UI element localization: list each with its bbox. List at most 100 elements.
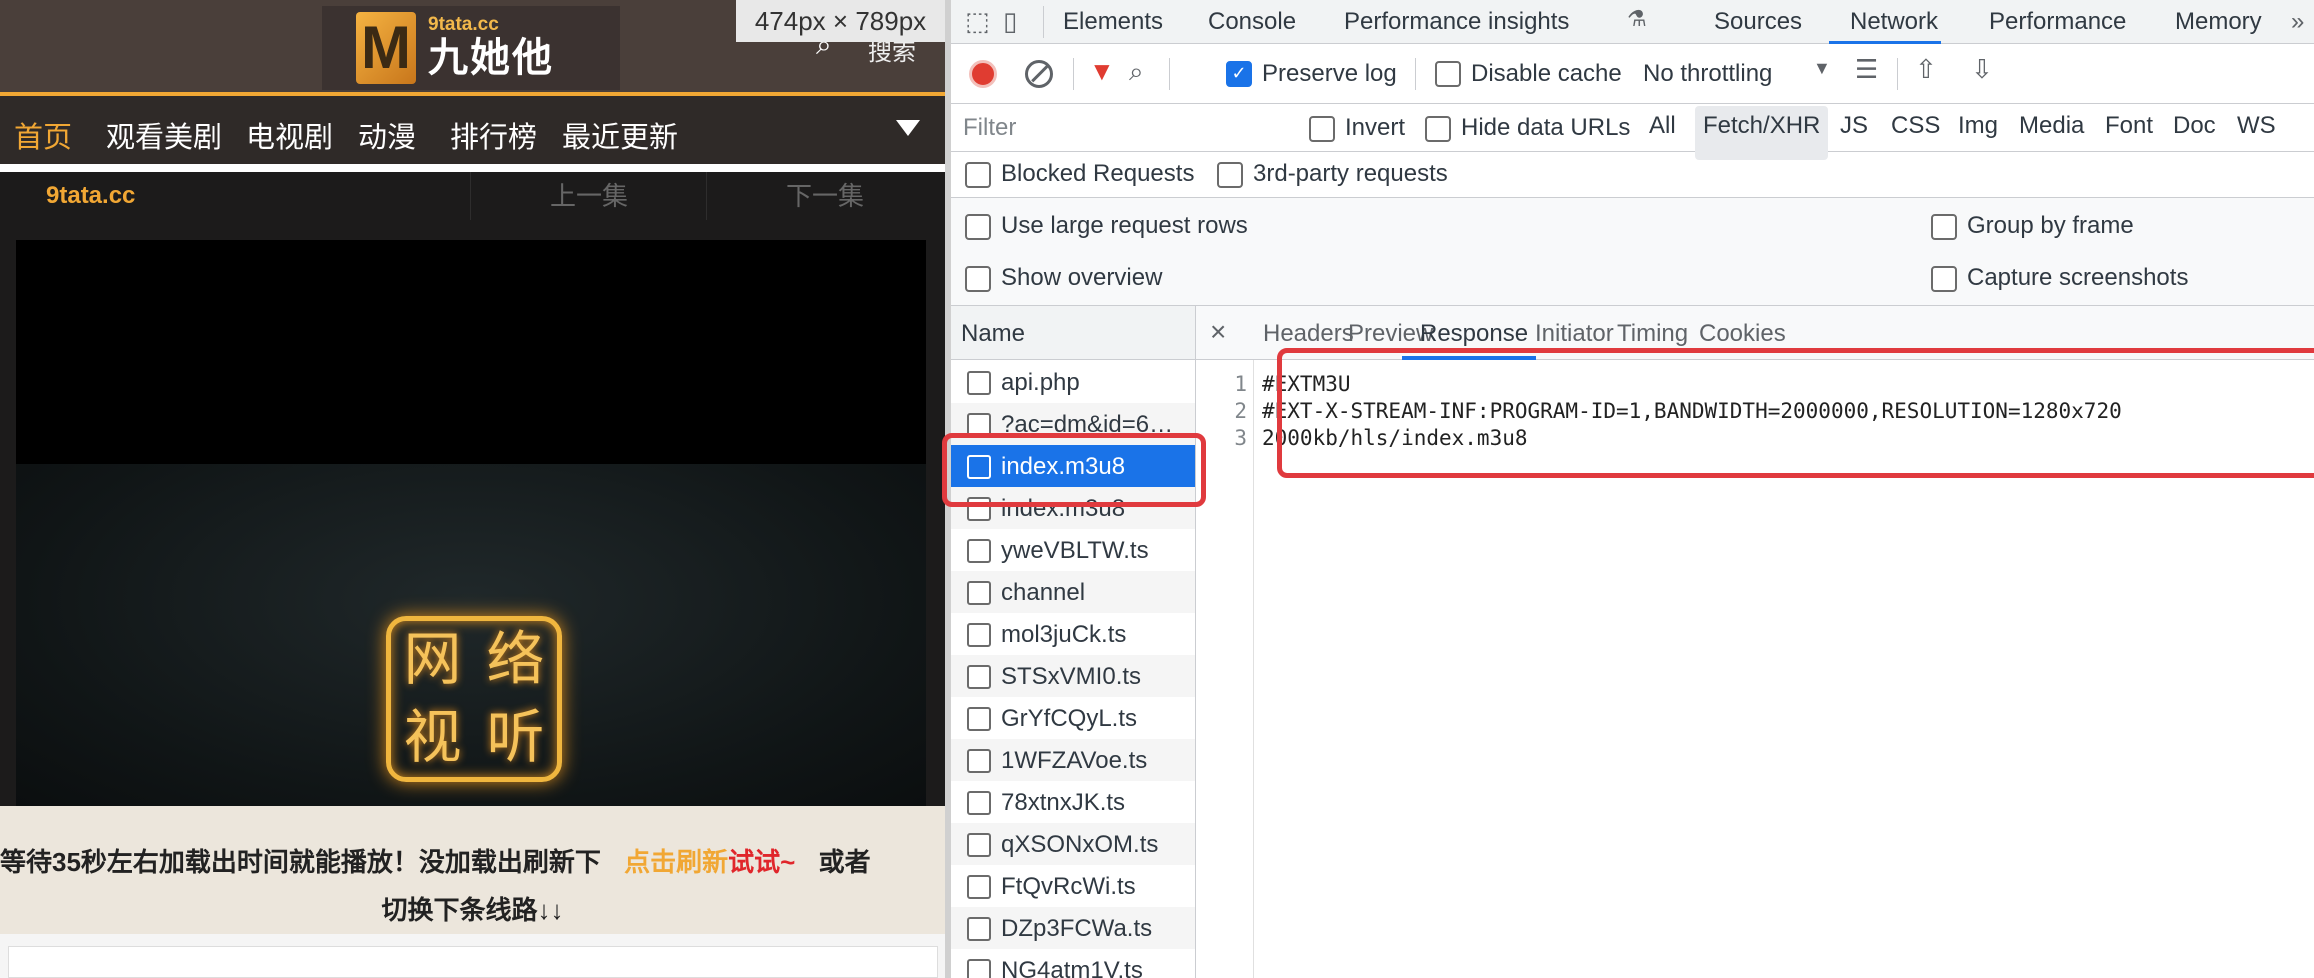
request-row[interactable]: qXSONxOM.ts [951, 823, 1195, 865]
nav-anime[interactable]: 动漫 [358, 114, 416, 156]
filter-css[interactable]: CSS [1891, 112, 1940, 140]
capture-screenshots-label[interactable]: Capture screenshots [1967, 264, 2188, 292]
refresh-link[interactable]: 点击刷新 [624, 847, 728, 877]
episode-bar: 9tata.cc 上一集 下一集 [0, 172, 945, 220]
large-rows-checkbox[interactable] [965, 214, 991, 240]
prev-episode-button[interactable]: 上一集 [470, 172, 707, 220]
nav-more-chevron-icon[interactable] [896, 120, 920, 136]
filter-ws[interactable]: WS [2237, 112, 2276, 140]
nav-tv-series[interactable]: 电视剧 [246, 114, 333, 156]
row-checkbox[interactable] [967, 707, 991, 731]
search-icon[interactable]: ⌕ [1129, 56, 1144, 88]
network-conditions-icon[interactable]: ☰ [1855, 54, 1878, 85]
name-column-header[interactable]: Name [961, 320, 1025, 348]
large-rows-label[interactable]: Use large request rows [1001, 212, 1248, 240]
filter-icon[interactable]: ▼ [1089, 56, 1115, 87]
tab-timing[interactable]: Timing [1617, 320, 1688, 348]
close-icon[interactable]: × [1210, 316, 1226, 348]
video-player[interactable]: 网 络 视 听 [16, 240, 926, 806]
request-list-header[interactable]: Name [951, 306, 1195, 360]
request-row[interactable]: mol3juCk.ts [951, 613, 1195, 655]
row-checkbox[interactable] [967, 371, 991, 395]
tab-memory[interactable]: Memory [2175, 8, 2262, 36]
row-checkbox[interactable] [967, 539, 991, 563]
tab-initiator[interactable]: Initiator [1535, 320, 1614, 348]
site-logo[interactable]: M 9tata.cc 九她他 [322, 6, 620, 90]
third-party-checkbox[interactable] [1217, 162, 1243, 188]
request-row[interactable]: yweVBLTW.ts [951, 529, 1195, 571]
request-row[interactable]: 78xtnxJK.ts [951, 781, 1195, 823]
preserve-log-checkbox[interactable]: ✓ [1226, 61, 1252, 87]
tab-headers[interactable]: Headers [1263, 320, 1354, 348]
filter-all[interactable]: All [1649, 112, 1676, 140]
disable-cache-label[interactable]: Disable cache [1471, 60, 1622, 88]
blocked-requests-checkbox[interactable] [965, 162, 991, 188]
invert-checkbox[interactable] [1309, 116, 1335, 142]
site-nav: 首页 观看美剧 电视剧 动漫 排行榜 最近更新 [0, 92, 945, 164]
throttling-select[interactable]: No throttling [1643, 60, 1772, 88]
request-row[interactable]: FtQvRcWi.ts [951, 865, 1195, 907]
tab-cookies[interactable]: Cookies [1699, 320, 1786, 348]
request-row[interactable]: 1WFZAVoe.ts [951, 739, 1195, 781]
tab-performance[interactable]: Performance [1989, 8, 2126, 36]
record-icon[interactable] [969, 60, 997, 88]
tab-network[interactable]: Network [1850, 8, 1938, 36]
row-checkbox[interactable] [967, 833, 991, 857]
device-toolbar-icon[interactable]: ▯ [1003, 6, 1017, 37]
filter-img[interactable]: Img [1958, 112, 1998, 140]
capture-screenshots-checkbox[interactable] [1931, 266, 1957, 292]
next-episode-button[interactable]: 下一集 [706, 172, 943, 220]
more-tabs-chevron-icon[interactable]: » [2291, 8, 2304, 36]
row-checkbox[interactable] [967, 959, 991, 978]
filter-media[interactable]: Media [2019, 112, 2084, 140]
row-checkbox[interactable] [967, 749, 991, 773]
request-row[interactable]: DZp3FCWa.ts [951, 907, 1195, 949]
filter-input[interactable]: Filter [957, 110, 1273, 146]
row-checkbox[interactable] [967, 875, 991, 899]
line-number: 2 [1234, 399, 1247, 423]
filter-js[interactable]: JS [1840, 112, 1868, 140]
import-har-icon[interactable]: ⇧ [1915, 54, 1937, 85]
third-party-label[interactable]: 3rd-party requests [1253, 160, 1448, 188]
invert-label[interactable]: Invert [1345, 114, 1405, 142]
blocked-requests-label[interactable]: Blocked Requests [1001, 160, 1194, 188]
filter-font[interactable]: Font [2105, 112, 2153, 140]
request-row[interactable]: channel [951, 571, 1195, 613]
nav-home[interactable]: 首页 [14, 114, 72, 156]
request-row[interactable]: api.php [951, 361, 1195, 403]
row-checkbox[interactable] [967, 581, 991, 605]
hide-data-urls-checkbox[interactable] [1425, 116, 1451, 142]
request-row[interactable]: STSxVMI0.ts [951, 655, 1195, 697]
request-row[interactable]: NG4atm1V.ts [951, 949, 1195, 978]
filter-doc[interactable]: Doc [2173, 112, 2216, 140]
tab-sources[interactable]: Sources [1714, 8, 1802, 36]
tab-performance-insights[interactable]: Performance insights [1344, 8, 1569, 36]
request-filter-row: Blocked Requests 3rd-party requests [951, 152, 2314, 198]
show-overview-label[interactable]: Show overview [1001, 264, 1162, 292]
show-overview-checkbox[interactable] [965, 266, 991, 292]
inspect-element-icon[interactable]: ⬚ [965, 6, 990, 37]
group-by-frame-checkbox[interactable] [1931, 214, 1957, 240]
nav-latest[interactable]: 最近更新 [562, 114, 678, 156]
hide-data-urls-label[interactable]: Hide data URLs [1461, 114, 1630, 142]
tab-elements[interactable]: Elements [1063, 8, 1163, 36]
throttling-chevron-down-icon[interactable]: ▼ [1813, 58, 1831, 79]
row-checkbox[interactable] [967, 917, 991, 941]
episode-bar-site[interactable]: 9tata.cc [46, 182, 135, 210]
tab-console[interactable]: Console [1208, 8, 1296, 36]
nav-ranking[interactable]: 排行榜 [450, 114, 537, 156]
preserve-log-label[interactable]: Preserve log [1262, 60, 1397, 88]
request-row[interactable]: GrYfCQyL.ts [951, 697, 1195, 739]
disable-cache-checkbox[interactable] [1435, 61, 1461, 87]
network-toolbar: ▼ ⌕ ✓ Preserve log Disable cache No thro… [951, 44, 2314, 104]
tab-response[interactable]: Response [1420, 320, 1528, 348]
devtools-tab-bar: ⬚ ▯ Elements Console Performance insight… [951, 0, 2314, 44]
row-checkbox[interactable] [967, 623, 991, 647]
comment-box[interactable] [8, 946, 938, 978]
export-har-icon[interactable]: ⇩ [1971, 54, 1993, 85]
nav-us-series[interactable]: 观看美剧 [106, 114, 222, 156]
row-checkbox[interactable] [967, 665, 991, 689]
try-link[interactable]: 试试~ [728, 847, 795, 877]
row-checkbox[interactable] [967, 791, 991, 815]
group-by-frame-label[interactable]: Group by frame [1967, 212, 2134, 240]
